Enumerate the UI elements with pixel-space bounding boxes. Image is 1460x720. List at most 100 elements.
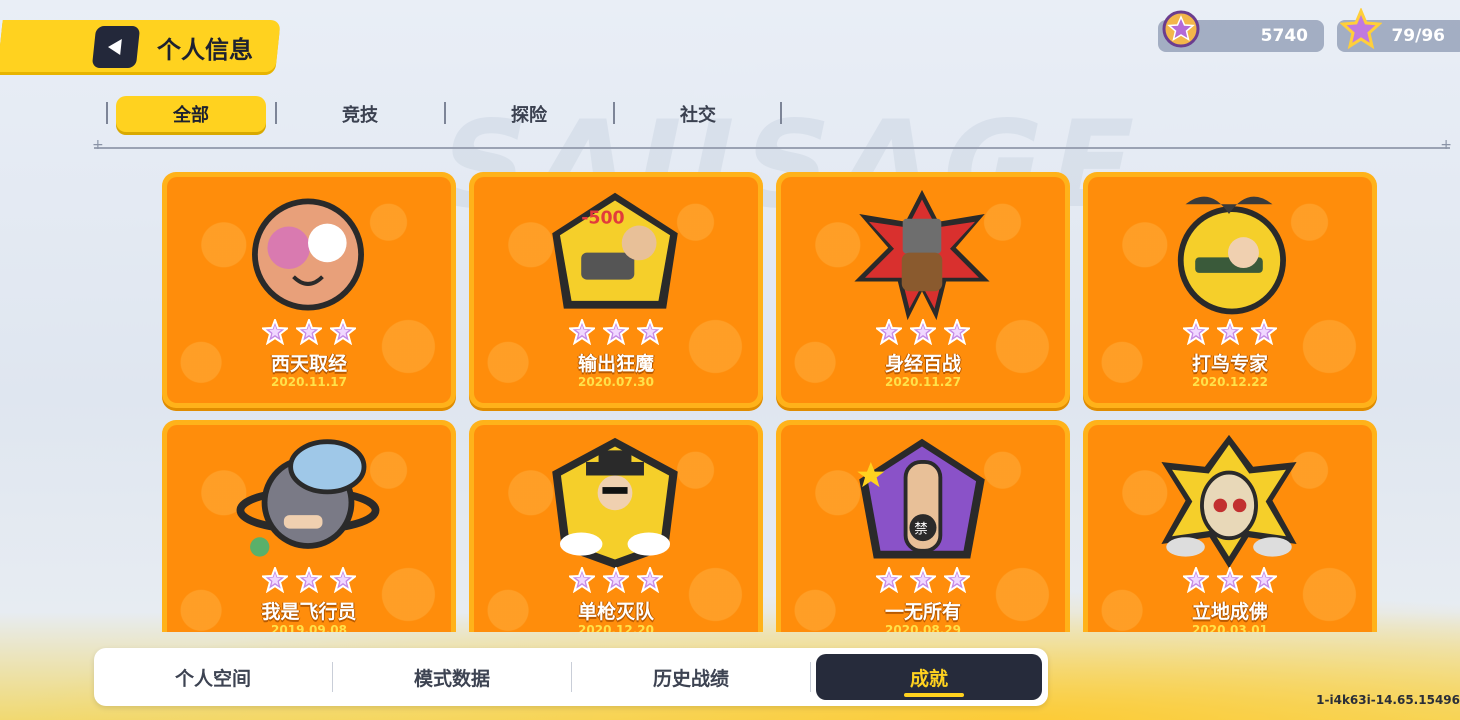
achievement-name: 输出狂魔 — [577, 353, 654, 375]
achievement-card-body: 身经百战 2020.11.27 — [781, 177, 1065, 403]
achievement-card[interactable]: 我是飞行员 2019.09.08 — [162, 420, 456, 632]
rating-star-icon — [330, 567, 356, 593]
star-icon — [1340, 8, 1382, 50]
achievement-name: 打鸟专家 — [1191, 353, 1268, 375]
achievement-date: 2020.11.27 — [885, 375, 961, 389]
achievement-date: 2020.12.22 — [1192, 375, 1268, 389]
rating-star-icon — [603, 319, 629, 345]
achievement-card[interactable]: 打鸟专家 2020.12.22 — [1083, 172, 1377, 408]
tab-social[interactable]: 社交 — [623, 96, 773, 132]
tab-separator — [780, 102, 782, 124]
version-label: 1-i4k63i-14.65.15496 — [1316, 693, 1460, 707]
bottom-nav: 个人空间 模式数据 历史战绩 成就 — [94, 648, 1048, 706]
achievement-grid: 西天取经 2020.11.17 -500 输出狂魔 2020.07.30 身经百… — [150, 166, 1390, 632]
nav-personal-space[interactable]: 个人空间 — [94, 648, 332, 706]
rating-star-icon — [603, 567, 629, 593]
achievement-stars — [781, 567, 1065, 593]
nav-separator — [810, 662, 811, 692]
achievement-card-body: 我是飞行员 2019.09.08 — [167, 425, 451, 632]
achievement-name: 西天取经 — [270, 353, 347, 375]
achievement-name: 身经百战 — [884, 353, 961, 375]
achievement-card[interactable]: 立地成佛 2020.03.01 — [1083, 420, 1377, 632]
achievement-card-body: -500 输出狂魔 2020.07.30 — [474, 177, 758, 403]
achievement-card[interactable]: 禁 一无所有 2020.08.29 — [776, 420, 1070, 632]
tab-competitive[interactable]: 竞技 — [285, 96, 435, 132]
rating-star-icon — [876, 319, 902, 345]
achievement-card[interactable]: 身经百战 2020.11.27 — [776, 172, 1070, 408]
coin-badge-icon — [1162, 10, 1200, 48]
achievement-card-body: 单枪灭队 2020.12.20 — [474, 425, 758, 632]
coin-value: 5740 — [1260, 26, 1308, 46]
back-button[interactable] — [91, 26, 141, 68]
back-arrow-icon — [107, 39, 122, 55]
achievement-stars — [474, 319, 758, 345]
achievement-date: 2020.08.29 — [885, 623, 961, 632]
svg-text:-500: -500 — [581, 209, 624, 229]
achievement-date: 2020.07.30 — [578, 375, 654, 389]
rating-star-icon — [262, 567, 288, 593]
damage-500-gatling-badge-icon: -500 — [552, 192, 678, 309]
rating-star-icon — [569, 319, 595, 345]
rating-star-icon — [296, 319, 322, 345]
achievement-stars — [1088, 319, 1372, 345]
tab-separator — [613, 102, 615, 124]
star-value: 79/96 — [1391, 26, 1445, 46]
nav-achievements[interactable]: 成就 — [816, 654, 1042, 700]
nav-mode-data[interactable]: 模式数据 — [333, 648, 571, 706]
rating-star-icon — [637, 567, 663, 593]
achievement-date: 2019.09.08 — [271, 623, 347, 632]
nav-match-history[interactable]: 历史战绩 — [572, 648, 810, 706]
achievement-card-body: 打鸟专家 2020.12.22 — [1088, 177, 1372, 403]
rating-star-icon — [1251, 567, 1277, 593]
tab-all[interactable]: 全部 — [116, 96, 266, 132]
achievement-date: 2020.03.01 — [1192, 623, 1268, 632]
achievement-name: 一无所有 — [884, 601, 961, 623]
rating-star-icon — [330, 319, 356, 345]
achievement-date: 2020.11.17 — [271, 375, 347, 389]
achievement-stars — [1088, 567, 1372, 593]
rating-star-icon — [637, 319, 663, 345]
page-title: 个人信息 — [157, 36, 253, 64]
svg-text:禁: 禁 — [914, 521, 928, 537]
rating-star-icon — [569, 567, 595, 593]
buddha-robot-badge-icon — [1161, 434, 1297, 569]
rating-star-icon — [910, 319, 936, 345]
barrel-veteran-badge-icon — [854, 189, 990, 321]
tab-separator — [444, 102, 446, 124]
category-tabs: 全部 竞技 探险 社交 — [100, 92, 800, 136]
achievement-card-body: 立地成佛 2020.03.01 — [1088, 425, 1372, 632]
rating-star-icon — [1183, 319, 1209, 345]
achievement-card[interactable]: 单枪灭队 2020.12.20 — [469, 420, 763, 632]
header-divider — [92, 137, 1452, 153]
achievement-name: 我是飞行员 — [261, 601, 357, 623]
forbidden-sausage-badge-icon: 禁 — [857, 438, 985, 559]
achievement-card-body: 西天取经 2020.11.17 — [167, 177, 451, 403]
bird-hunter-badge-icon — [1177, 196, 1286, 315]
lone-gunman-badge-icon — [552, 437, 678, 569]
rating-star-icon — [1217, 567, 1243, 593]
achievement-stars — [167, 567, 451, 593]
achievement-name: 单枪灭队 — [577, 601, 654, 623]
achievement-date: 2020.12.20 — [578, 623, 654, 632]
rating-star-icon — [262, 319, 288, 345]
achievement-stars — [474, 567, 758, 593]
rating-star-icon — [1251, 319, 1277, 345]
rating-star-icon — [1183, 567, 1209, 593]
journey-west-badge-icon — [252, 198, 364, 311]
rating-star-icon — [910, 567, 936, 593]
rating-star-icon — [944, 567, 970, 593]
achievement-card[interactable]: 西天取经 2020.11.17 — [162, 172, 456, 408]
tab-adventure[interactable]: 探险 — [454, 96, 604, 132]
pilot-planet-badge-icon — [236, 439, 380, 557]
rating-star-icon — [296, 567, 322, 593]
achievement-card[interactable]: -500 输出狂魔 2020.07.30 — [469, 172, 763, 408]
achievement-name: 立地成佛 — [1191, 601, 1268, 623]
achievement-stars — [167, 319, 451, 345]
achievement-card-body: 禁 一无所有 2020.08.29 — [781, 425, 1065, 632]
achievement-stars — [781, 319, 1065, 345]
rating-star-icon — [876, 567, 902, 593]
rating-star-icon — [1217, 319, 1243, 345]
tab-separator — [275, 102, 277, 124]
rating-star-icon — [944, 319, 970, 345]
tab-separator — [106, 102, 108, 124]
